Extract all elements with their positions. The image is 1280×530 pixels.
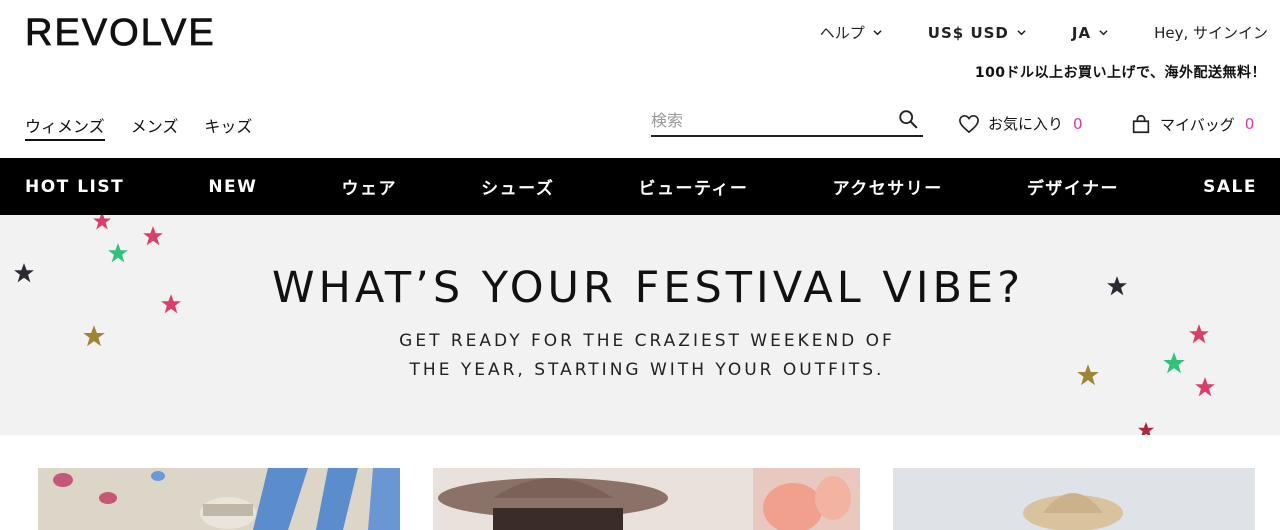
revolve-logo[interactable]: REVOLVE (25, 12, 216, 55)
help-menu[interactable]: ヘルプ (820, 22, 882, 43)
hero-subtitle-line2: THE YEAR, STARTING WITH YOUR OUTFITS. (409, 360, 885, 380)
chevron-down-icon (873, 30, 882, 36)
nav-item-shoes[interactable]: シューズ (481, 174, 554, 199)
language-label: JA (1071, 23, 1092, 42)
favorites-label: お気に入り (988, 115, 1064, 133)
help-label: ヘルプ (819, 24, 865, 42)
nav-item-accessories[interactable]: アクセサリー (833, 174, 943, 199)
star-icon (143, 226, 163, 246)
gender-tab-mens[interactable]: メンズ (131, 113, 179, 141)
star-icon (108, 243, 128, 263)
nav-item-sale[interactable]: SALE (1203, 177, 1257, 197)
gender-nav: ウィメンズ メンズ キッズ (25, 113, 278, 141)
language-menu[interactable]: JA (1072, 24, 1108, 42)
look-image-2[interactable] (433, 468, 860, 530)
chevron-down-icon (1099, 30, 1108, 36)
festival-hero-banner[interactable]: WHAT’S YOUR FESTIVAL VIBE? GET READY FOR… (0, 215, 1280, 435)
favorites-link[interactable]: お気に入り 0 (958, 113, 1083, 134)
gender-tab-kids[interactable]: キッズ (204, 113, 252, 141)
search-icon[interactable] (897, 108, 919, 130)
nav-item-clothing[interactable]: ウェア (342, 174, 398, 199)
bag-link[interactable]: マイバッグ 0 (1130, 113, 1254, 135)
star-icon (1137, 421, 1155, 435)
nav-item-beauty[interactable]: ビューティー (638, 174, 748, 199)
bag-label: マイバッグ (1160, 115, 1235, 134)
nav-item-new[interactable]: NEW (208, 177, 257, 197)
search-input[interactable] (651, 105, 881, 135)
favorites-count: 0 (1073, 114, 1083, 133)
gender-tab-womens[interactable]: ウィメンズ (25, 113, 105, 141)
signin-link[interactable]: Hey, サインイン (1154, 22, 1268, 43)
currency-menu[interactable]: US$ USD (928, 24, 1026, 42)
look-photo-1 (38, 468, 400, 530)
utility-nav: ヘルプ US$ USD JA Hey, サインイン (820, 22, 1268, 43)
star-icon (93, 215, 111, 230)
nav-item-designers[interactable]: デザイナー (1027, 174, 1119, 199)
look-image-3[interactable] (893, 468, 1255, 530)
search-bar (651, 105, 923, 137)
hero-subtitle-line1: GET READY FOR THE CRAZIEST WEEKEND OF (399, 331, 895, 351)
heart-icon (959, 114, 979, 133)
nav-item-hot-list[interactable]: HOT LIST (25, 177, 124, 197)
shopping-bag-icon (1132, 114, 1150, 134)
shipping-promo: 100ドル以上お買い上げで、海外配送無料！ (974, 65, 1266, 81)
festival-looks-row (0, 468, 1280, 530)
bag-count: 0 (1244, 115, 1255, 133)
look-image-1[interactable] (38, 468, 400, 530)
look-photo-3 (893, 468, 1255, 530)
signin-label: Hey, サインイン (1154, 24, 1268, 42)
hero-title: WHAT’S YOUR FESTIVAL VIBE? (271, 263, 1025, 313)
currency-label: US$ USD (927, 23, 1009, 42)
main-nav: HOT LIST NEW ウェア シューズ ビューティー アクセサリー デザイナ… (0, 158, 1280, 215)
chevron-down-icon (1017, 30, 1026, 36)
look-photo-2 (433, 468, 860, 530)
